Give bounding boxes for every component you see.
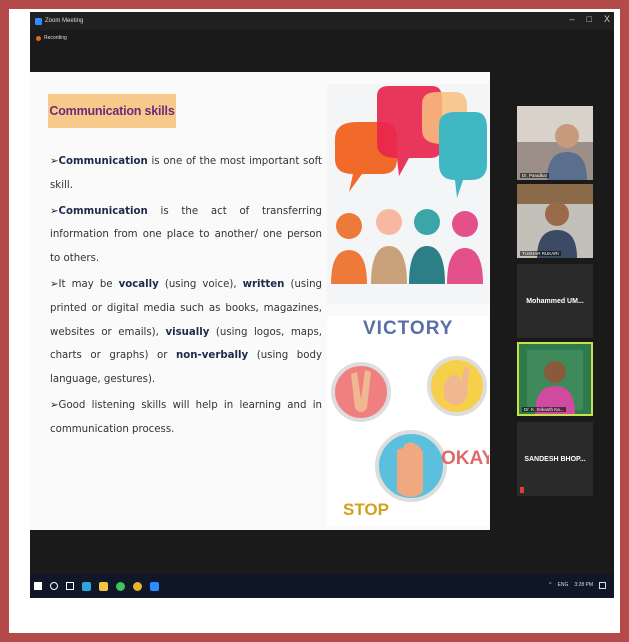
participant-video-1 — [517, 106, 593, 180]
gesture-word-okay: OKAY — [441, 448, 489, 469]
bullet-4: ➢Good listening skills will help in lear… — [50, 399, 322, 435]
close-button[interactable]: X — [604, 14, 610, 24]
participant-video-4 — [519, 344, 591, 414]
window-title: Zoom Meeting — [45, 18, 84, 24]
clock[interactable]: 3:28 PM — [574, 582, 593, 589]
notifications-icon[interactable] — [599, 582, 606, 589]
maximize-button[interactable]: □ — [587, 14, 592, 24]
participant-tile-1[interactable]: Dr. Paradkar — [517, 106, 593, 180]
hand-gestures-graphic — [327, 316, 489, 526]
muted-mic-icon — [520, 487, 524, 493]
participant-tile-4[interactable]: Dr. K. Srikanth Ka... — [517, 342, 593, 416]
participant-tile-5[interactable]: SANDESH BHOP... — [517, 422, 593, 496]
participant-tile-2[interactable]: TUSHAR RUKARI — [517, 184, 593, 258]
windows-taskbar: ^ ENG 3:28 PM — [30, 574, 614, 598]
participant-video-2 — [517, 184, 593, 258]
shared-slide: Communication skills ➢Communication is o… — [30, 72, 490, 530]
speech-bubbles-graphic — [327, 84, 489, 304]
participant-name-1: Dr. Paradkar — [520, 173, 550, 178]
chrome-icon[interactable] — [133, 581, 142, 591]
recording-label: Recording — [44, 35, 67, 41]
file-explorer-icon[interactable] — [99, 581, 108, 591]
hand-gestures-illustration: VICTORY OKAY STOP — [327, 316, 489, 526]
slide-bullets: ➢Communication is one of the most import… — [50, 150, 322, 444]
bullet-2: ➢Communication is the act of transferrin… — [50, 205, 322, 265]
participant-tile-3[interactable]: Mohammed UM... — [517, 264, 593, 338]
edge-icon[interactable] — [82, 581, 91, 591]
gesture-word-victory: VICTORY — [363, 318, 454, 339]
participant-name-3: Mohammed UM... — [526, 297, 584, 305]
search-icon[interactable] — [50, 582, 58, 590]
title-bar: Zoom Meeting – □ X — [30, 12, 614, 30]
participant-name-4: Dr. K. Srikanth Ka... — [522, 407, 566, 412]
language-indicator[interactable]: ENG — [558, 582, 569, 589]
zoom-window: Zoom Meeting – □ X Recording Communicati… — [30, 12, 614, 598]
whatsapp-icon[interactable] — [116, 581, 125, 591]
zoom-app-icon — [35, 17, 42, 25]
start-icon[interactable] — [34, 582, 42, 590]
gesture-word-stop: STOP — [343, 500, 389, 519]
participant-name-2: TUSHAR RUKARI — [520, 251, 561, 256]
bullet-1: ➢Communication is one of the most import… — [50, 156, 322, 191]
speech-bubbles-illustration — [327, 84, 489, 304]
task-view-icon[interactable] — [66, 582, 74, 590]
slide-title: Communication skills — [48, 94, 176, 128]
tray-chevron-icon[interactable]: ^ — [549, 582, 551, 589]
zoom-taskbar-icon[interactable] — [150, 581, 159, 591]
minimize-button[interactable]: – — [570, 14, 575, 24]
system-tray: ^ ENG 3:28 PM — [549, 582, 606, 589]
participant-name-5: SANDESH BHOP... — [524, 455, 586, 463]
recording-icon — [36, 36, 41, 41]
bullet-3: ➢It may be vocally (using voice), writte… — [50, 278, 322, 386]
recording-indicator[interactable]: Recording — [30, 30, 614, 64]
